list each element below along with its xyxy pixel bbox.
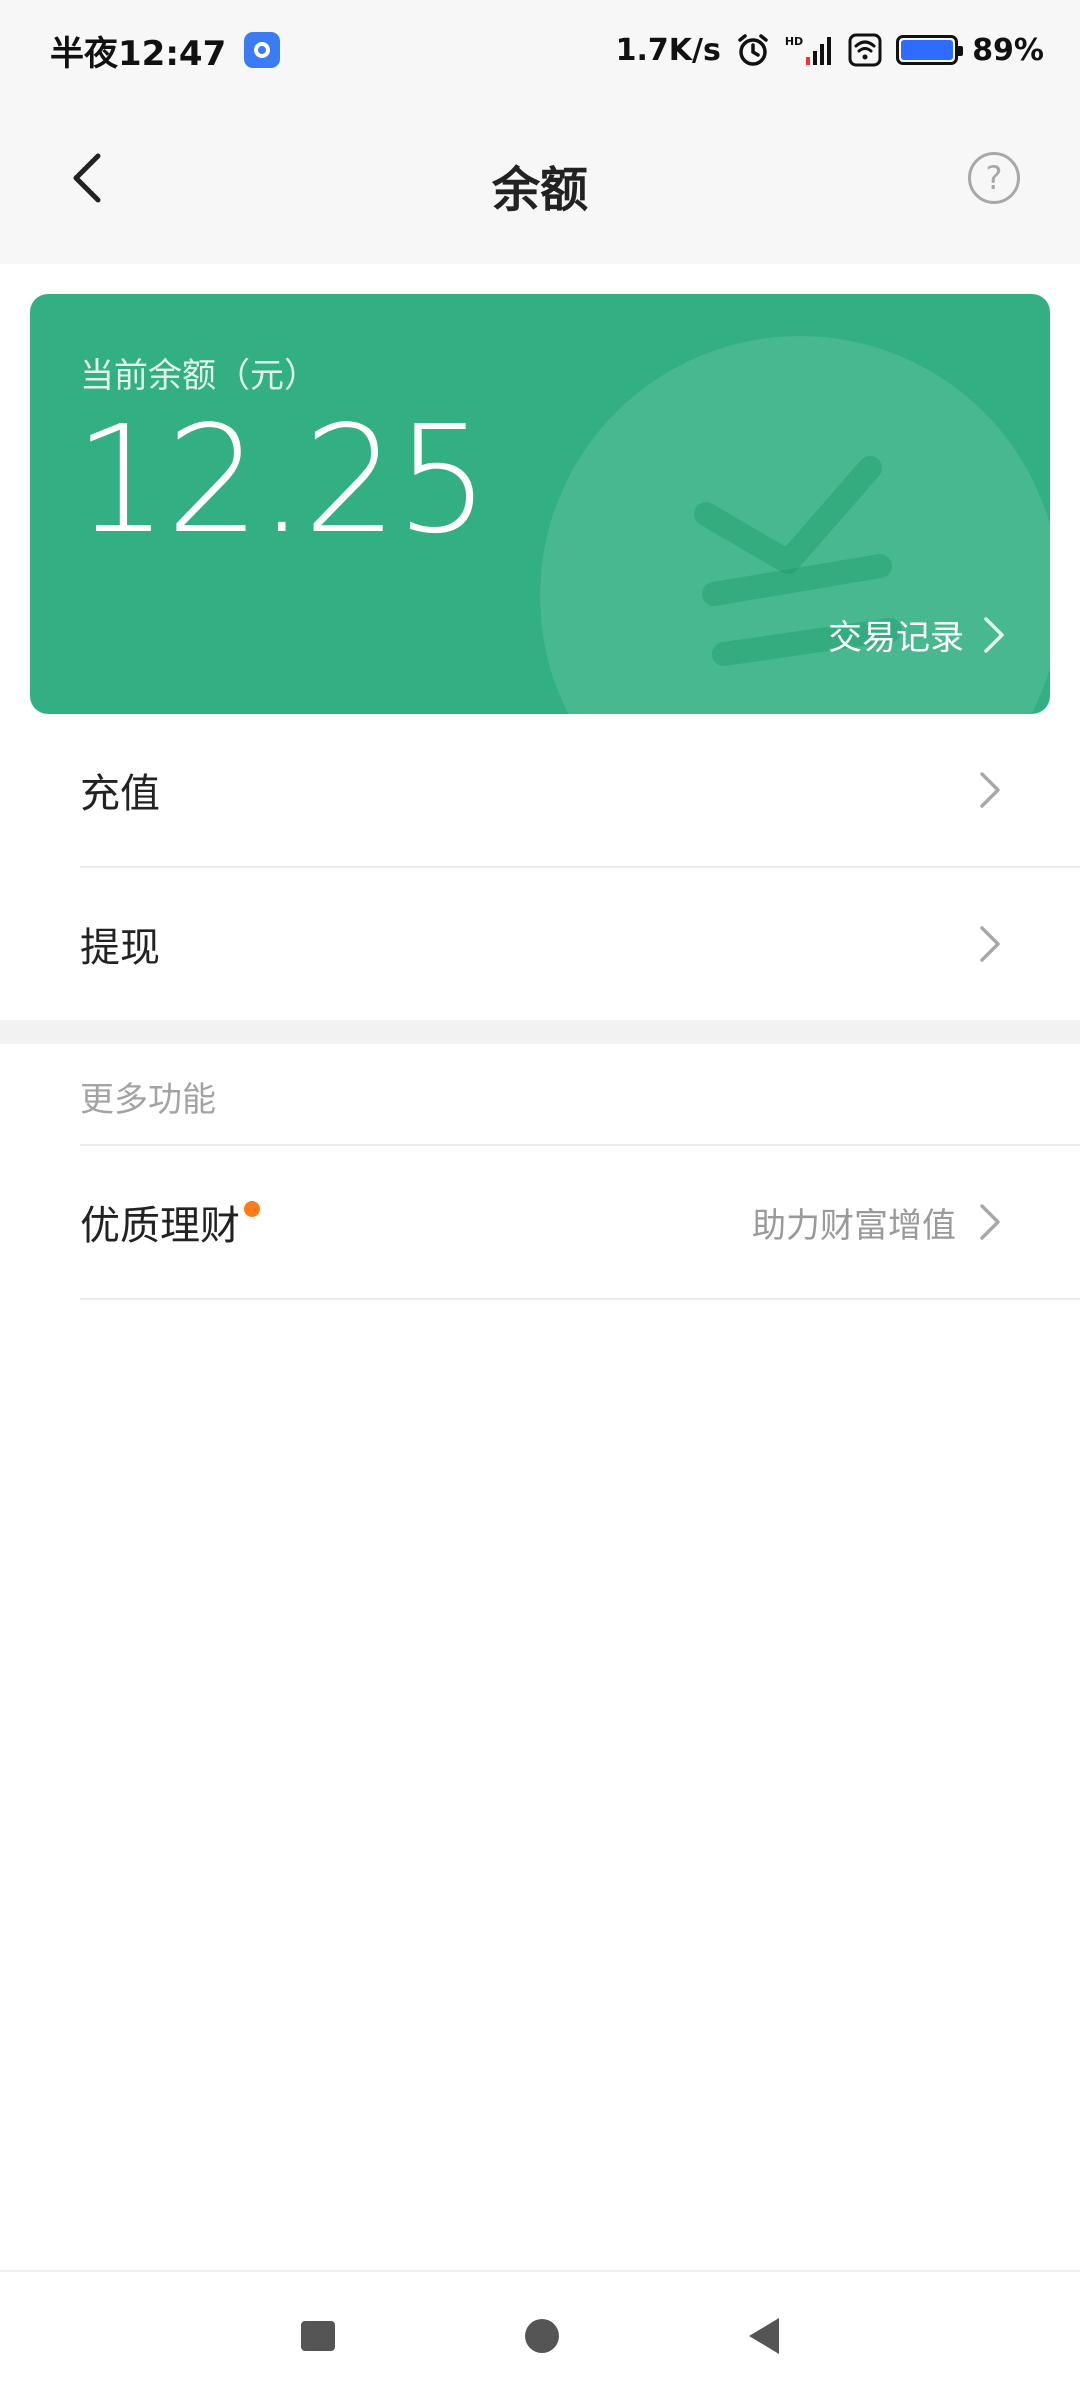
system-back-button[interactable] (749, 2318, 779, 2354)
more-features-title: 更多功能 (80, 1080, 216, 1120)
system-nav-bar (0, 2270, 1080, 2400)
balance-amount: 12.25 (74, 394, 490, 566)
status-time: 半夜12:47 (50, 33, 227, 74)
battery-percent: 89% (972, 32, 1044, 68)
notification-dot-icon (244, 1201, 260, 1217)
chevron-right-icon (980, 1204, 1000, 1240)
divider (80, 1298, 1080, 1300)
title-bar: 余额 ? (0, 100, 1080, 264)
question-circle-icon: ? (985, 159, 1003, 197)
wealth-management-right: 助力财富增值 (752, 1198, 1002, 1247)
withdraw-row[interactable]: 提现 (80, 868, 1080, 1020)
withdraw-label: 提现 (80, 925, 160, 971)
app-notification-icon (244, 32, 281, 68)
chevron-right-icon (980, 772, 1000, 808)
signal-group: HD (785, 35, 834, 65)
help-button[interactable]: ? (968, 152, 1020, 204)
transaction-history-label: 交易记录 (828, 618, 964, 658)
battery-icon (896, 35, 964, 65)
hd-label: HD (784, 35, 804, 48)
balance-label: 当前余额（元） (80, 356, 318, 396)
status-bar: 半夜12:47 1.7K/s HD 89% (0, 0, 1080, 100)
status-left: 半夜12:47 (50, 26, 281, 75)
wifi-icon (848, 33, 882, 67)
signal-icon (806, 37, 832, 65)
page-title: 余额 (491, 162, 588, 218)
wealth-management-label: 优质理财 (80, 1193, 260, 1251)
transaction-history-link[interactable]: 交易记录 (828, 610, 1006, 659)
balance-card: 当前余额（元） 12.25 交易记录 (30, 294, 1050, 714)
wealth-management-row[interactable]: 优质理财 助力财富增值 (80, 1146, 1080, 1298)
recharge-row[interactable]: 充值 (80, 714, 1080, 866)
wealth-management-subtitle: 助力财富增值 (752, 1205, 956, 1246)
wealth-management-text: 优质理财 (80, 1203, 240, 1249)
alarm-icon (738, 34, 768, 66)
chevron-right-icon (984, 616, 1004, 653)
status-right: 1.7K/s HD 89% (616, 32, 1044, 68)
recent-apps-button[interactable] (301, 2321, 335, 2351)
home-button[interactable] (525, 2319, 559, 2353)
section-separator (0, 1020, 1080, 1044)
network-speed: 1.7K/s (615, 32, 721, 68)
recharge-label: 充值 (80, 771, 160, 817)
chevron-right-icon (980, 926, 1000, 962)
